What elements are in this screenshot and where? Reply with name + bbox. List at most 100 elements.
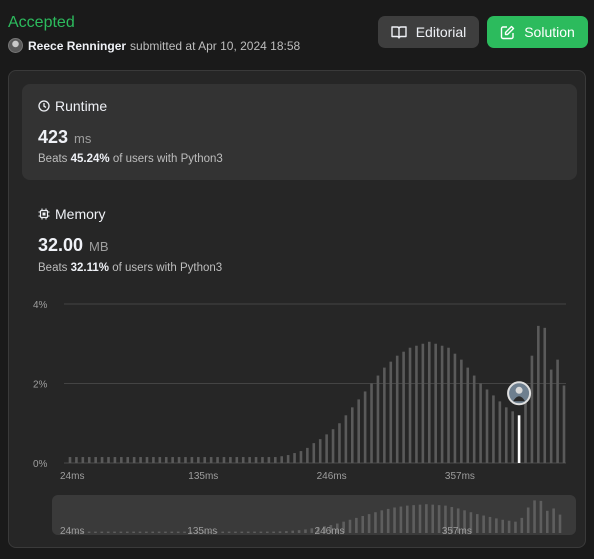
- chart-bar[interactable]: [216, 457, 219, 463]
- chart-bar[interactable]: [543, 327, 547, 463]
- chart-bar[interactable]: [75, 457, 78, 463]
- chart-bar[interactable]: [466, 367, 470, 463]
- editorial-button[interactable]: Editorial: [378, 16, 479, 48]
- chart-bar[interactable]: [126, 457, 130, 463]
- runtime-beats: Beats 45.24% of users with Python3: [38, 153, 223, 165]
- x-tick-label: 24ms: [60, 471, 84, 482]
- chart-bar[interactable]: [511, 411, 514, 463]
- chart-bar[interactable]: [87, 457, 91, 463]
- chart-bar[interactable]: [273, 457, 277, 463]
- chart-bar[interactable]: [479, 383, 482, 464]
- chart-bar[interactable]: [203, 457, 207, 463]
- chart-bar[interactable]: [229, 457, 232, 463]
- chart-bar[interactable]: [556, 359, 559, 463]
- solution-button[interactable]: Solution: [487, 16, 588, 48]
- chart-bar[interactable]: [177, 457, 181, 463]
- chart-bar[interactable]: [197, 457, 200, 463]
- chart-bar[interactable]: [427, 341, 431, 463]
- chart-bar[interactable]: [331, 429, 335, 463]
- chart-bar[interactable]: [261, 457, 264, 463]
- chart-bar[interactable]: [492, 395, 495, 463]
- chart-bar[interactable]: [344, 415, 348, 463]
- avatar-head-icon: [515, 386, 523, 394]
- chart-bar[interactable]: [562, 385, 566, 463]
- chart-bar[interactable]: [145, 457, 149, 463]
- chart-bar[interactable]: [370, 383, 373, 464]
- chart-bar[interactable]: [383, 367, 386, 463]
- chart-bar[interactable]: [267, 457, 271, 463]
- username-link[interactable]: Reece Renninger: [28, 39, 126, 53]
- chart-bar[interactable]: [395, 355, 399, 463]
- chart-bar[interactable]: [472, 375, 476, 463]
- clock-icon: [38, 100, 50, 112]
- chart-bar[interactable]: [537, 325, 540, 463]
- chart-bar[interactable]: [325, 434, 328, 463]
- runtime-title-text: Runtime: [55, 98, 108, 114]
- chart-bar[interactable]: [164, 457, 168, 463]
- chart-bar[interactable]: [338, 423, 341, 463]
- mini-chart-bar: [113, 531, 116, 533]
- chart-bar[interactable]: [286, 455, 290, 463]
- chart-bar[interactable]: [460, 359, 463, 463]
- chart-bar[interactable]: [434, 343, 437, 463]
- chart-bar[interactable]: [421, 343, 425, 463]
- memory-beats-pct: 32.11%: [70, 262, 109, 274]
- chart-bar[interactable]: [280, 456, 284, 463]
- chart-bar[interactable]: [318, 439, 322, 463]
- chart-bar[interactable]: [440, 345, 444, 463]
- mini-chart-bar: [399, 506, 403, 533]
- chart-bar[interactable]: [209, 457, 213, 463]
- chart-bar[interactable]: [504, 407, 508, 463]
- chart-bar[interactable]: [190, 457, 194, 463]
- runtime-unit: ms: [74, 131, 92, 146]
- chart-bar[interactable]: [241, 457, 245, 463]
- chart-bar[interactable]: [113, 457, 117, 463]
- chart-bar[interactable]: [530, 355, 534, 463]
- chart-bar[interactable]: [299, 451, 303, 463]
- memory-title[interactable]: Memory: [38, 206, 106, 222]
- chart-bar[interactable]: [415, 345, 418, 463]
- chart-bar[interactable]: [293, 453, 296, 463]
- chart-bar[interactable]: [485, 389, 489, 463]
- chart-bar[interactable]: [68, 457, 72, 463]
- chart-bar[interactable]: [171, 457, 174, 463]
- chart-bar[interactable]: [312, 443, 316, 463]
- chart-bar[interactable]: [152, 457, 155, 463]
- chart-bar[interactable]: [447, 347, 450, 463]
- chart-bar[interactable]: [158, 457, 162, 463]
- chart-bar[interactable]: [94, 457, 97, 463]
- chart-bar[interactable]: [235, 457, 239, 463]
- chart-bar[interactable]: [389, 361, 393, 463]
- mini-chart-bar: [418, 504, 422, 533]
- runtime-card[interactable]: Runtime 423 ms Beats 45.24% of users wit…: [22, 84, 577, 180]
- mini-x-tick-label: 357ms: [442, 526, 472, 537]
- chart-bar[interactable]: [524, 399, 527, 463]
- chart-bar[interactable]: [350, 407, 354, 463]
- chart-bar[interactable]: [363, 391, 367, 463]
- mini-chart-bar: [227, 531, 231, 533]
- chart-bar[interactable]: [132, 457, 136, 463]
- chart-bar[interactable]: [306, 447, 309, 463]
- chart-bar[interactable]: [100, 457, 104, 463]
- chart-bar[interactable]: [408, 347, 412, 463]
- chart-bar[interactable]: [81, 457, 85, 463]
- chart-bar[interactable]: [549, 369, 553, 463]
- user-avatar[interactable]: [8, 38, 23, 53]
- chart-bar[interactable]: [120, 457, 123, 463]
- chart-bar[interactable]: [376, 375, 380, 463]
- chart-bar[interactable]: [254, 457, 258, 463]
- chart-bar[interactable]: [498, 401, 502, 463]
- chart-bar[interactable]: [357, 399, 361, 463]
- chart-bar[interactable]: [184, 457, 187, 463]
- mini-chart-bar: [246, 531, 250, 533]
- chart-bar[interactable]: [453, 353, 457, 463]
- chart-bar[interactable]: [248, 457, 251, 463]
- chart-bar[interactable]: [402, 351, 405, 463]
- mini-chart-bar: [265, 531, 269, 533]
- chart-bar[interactable]: [222, 457, 226, 463]
- highlight-bar[interactable]: [517, 415, 521, 463]
- memory-beats-suffix: of users with Python3: [112, 262, 223, 274]
- chart-bar[interactable]: [107, 457, 110, 463]
- status-label: Accepted: [8, 14, 75, 31]
- chart-bar[interactable]: [139, 457, 142, 463]
